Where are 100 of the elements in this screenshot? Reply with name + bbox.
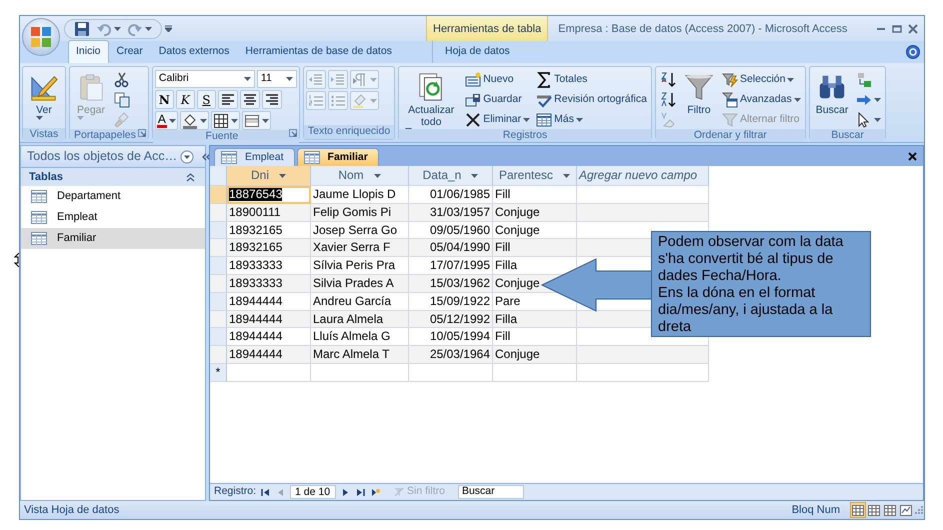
no-filter-icon — [394, 487, 404, 497]
column-header[interactable]: Agregar nuevo campo — [577, 166, 709, 186]
ribbon-button[interactable]: Más — [534, 110, 649, 129]
caret-icon — [145, 26, 152, 30]
ribbon-button[interactable]: Guardar — [463, 90, 532, 109]
format-button[interactable]: K — [176, 90, 195, 109]
scissors-icon — [114, 72, 130, 88]
dialog-launcher[interactable] — [138, 129, 146, 137]
collapse-pane-button[interactable] — [201, 152, 212, 162]
highlighter-icon — [352, 92, 368, 108]
minimize-button[interactable] — [876, 28, 886, 30]
caret-icon — [279, 174, 286, 178]
table-cell: 05/12/1992 — [409, 310, 493, 328]
new-record-marker[interactable]: * — [210, 364, 227, 382]
ribbon-tab[interactable]: Datos externos — [150, 40, 238, 63]
navigation-item[interactable]: Empleat — [21, 207, 205, 228]
table-icon — [221, 151, 237, 164]
help-button[interactable] — [906, 45, 920, 59]
ribbon-button[interactable]: Eliminar — [463, 110, 532, 129]
close-document-button[interactable] — [908, 152, 917, 160]
icon-button[interactable] — [218, 90, 238, 109]
group-label: Fuente — [152, 130, 299, 143]
ribbon-button[interactable]: Totales — [534, 70, 649, 89]
group-label: Registros — [399, 129, 651, 142]
table-cell: 18876543 — [227, 186, 311, 204]
icon-button[interactable] — [262, 90, 282, 109]
caret-icon — [76, 116, 84, 120]
replace-icon — [856, 72, 872, 88]
record-position-field[interactable]: 1 de 10 — [290, 485, 336, 499]
table-cell: 18944444 — [227, 346, 311, 364]
ribbon-button[interactable]: Selección — [720, 70, 803, 89]
group-label: Texto enriquecido — [304, 125, 394, 139]
outdent-icon — [308, 72, 324, 88]
table-cell: 25/03/1964 — [409, 346, 493, 364]
ribbon-button[interactable]: Filtro — [680, 70, 718, 128]
dialog-launcher[interactable] — [288, 129, 297, 137]
document-tab[interactable]: Empleat — [214, 148, 295, 166]
ribbon-button[interactable]: Avanzadas — [720, 90, 803, 109]
column-header[interactable]: Dni — [227, 166, 311, 186]
align-left-icon — [220, 92, 236, 108]
document-tab[interactable]: Familiar — [296, 148, 379, 166]
column-header[interactable]: Parentesc — [493, 166, 577, 186]
view-button[interactable] — [866, 502, 882, 518]
caret-icon — [523, 118, 530, 122]
view-button[interactable] — [882, 502, 898, 518]
sort-descending-icon — [660, 92, 676, 108]
format-button[interactable]: S — [196, 90, 216, 109]
caret-icon — [230, 118, 238, 122]
close-button[interactable] — [908, 24, 918, 34]
launcher-icon — [288, 129, 297, 137]
last-record-button[interactable] — [355, 488, 366, 496]
table-icon — [31, 232, 47, 245]
search-field[interactable]: Buscar — [458, 485, 524, 499]
first-record-button[interactable] — [260, 488, 272, 496]
caret-icon — [374, 174, 381, 178]
save-button[interactable] — [73, 20, 91, 36]
font-field[interactable]: Calibri — [154, 70, 255, 88]
ribbon-tab[interactable]: Inicio — [68, 40, 109, 63]
table-icon — [31, 211, 47, 224]
caret-icon — [262, 118, 269, 122]
paragraph-icon — [352, 72, 368, 88]
icon-button[interactable] — [180, 111, 209, 130]
ribbon-button[interactable]: Buscar — [812, 70, 852, 128]
new-record-button[interactable] — [370, 488, 382, 496]
table-cell: Conjuge — [493, 346, 577, 364]
icon-button[interactable] — [240, 90, 260, 109]
navigation-item[interactable]: Departament — [21, 186, 205, 207]
column-header[interactable]: Data_n — [409, 166, 493, 186]
column-header[interactable]: Nom — [311, 166, 409, 186]
font-field[interactable]: 11 — [256, 70, 297, 88]
navigation-item[interactable]: Familiar — [21, 228, 205, 249]
next-record-icon — [341, 488, 350, 496]
group-label: Vistas — [23, 128, 65, 141]
sum-icon — [536, 72, 552, 88]
view-icon — [884, 504, 896, 516]
delete-icon — [465, 112, 482, 128]
format-button[interactable]: N — [154, 90, 174, 109]
minimize-icon — [876, 28, 886, 30]
caret-icon — [370, 98, 377, 102]
pane-menu-button[interactable] — [180, 150, 194, 164]
font-color-button[interactable]: A — [154, 111, 178, 130]
last-record-icon — [356, 488, 366, 496]
ribbon-button[interactable]: Nuevo — [463, 70, 532, 89]
resize-grip-icon — [914, 505, 924, 515]
pane-title[interactable]: Todos los objetos de Acc… — [27, 147, 178, 166]
icon-button[interactable] — [210, 111, 240, 130]
ribbon-button[interactable]: Ver — [25, 70, 63, 128]
view-button[interactable] — [850, 502, 866, 518]
group-title: Tablas — [29, 170, 64, 185]
customize-toolbar-button[interactable] — [164, 25, 173, 32]
ribbon-tab[interactable]: Crear — [108, 40, 151, 63]
ribbon-tab[interactable]: Herramientas de base de datos — [237, 40, 400, 63]
icon-button[interactable] — [112, 90, 132, 109]
ribbon-button[interactable]: Revisión ortográfica — [534, 90, 649, 109]
view-button[interactable] — [898, 502, 914, 518]
icon-button[interactable] — [242, 111, 271, 130]
maximize-button[interactable] — [892, 24, 902, 34]
sort-ascending-icon — [660, 72, 676, 88]
group-header[interactable]: Tablas — [21, 168, 205, 186]
copy-icon — [114, 92, 130, 108]
